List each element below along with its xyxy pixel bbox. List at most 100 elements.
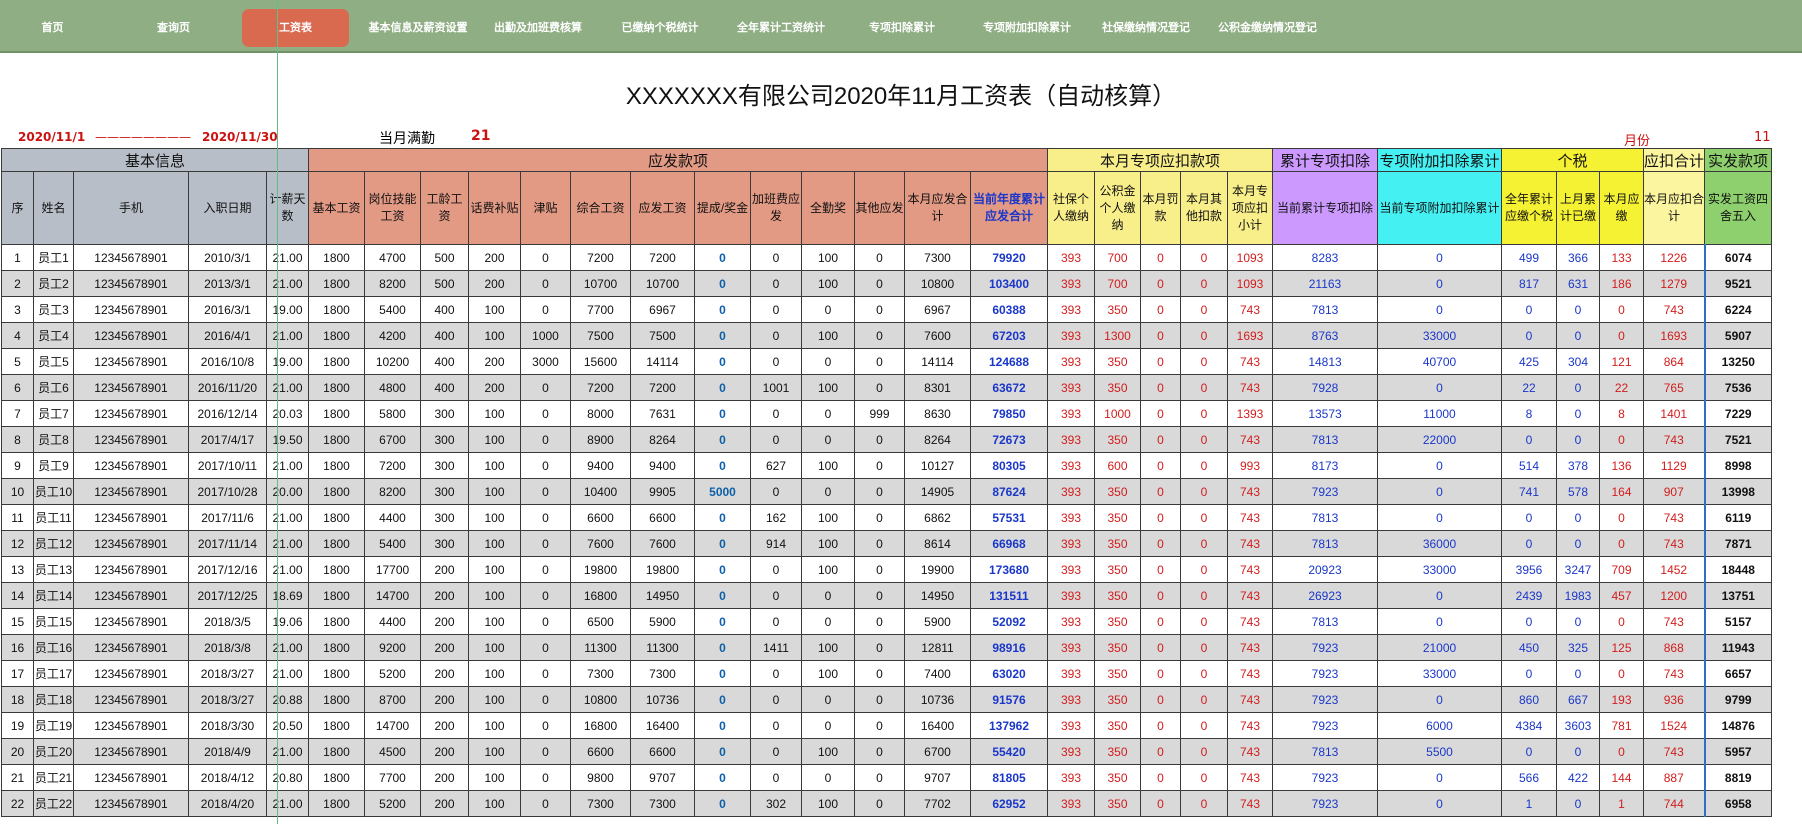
table-cell[interactable]: 12345678901 [73, 790, 189, 817]
table-cell[interactable]: 0 [694, 582, 751, 609]
table-cell[interactable]: 9707 [630, 764, 695, 791]
table-cell[interactable]: 7300 [630, 790, 695, 817]
table-cell[interactable]: 12345678901 [73, 530, 189, 557]
table-cell[interactable]: 0 [1599, 322, 1644, 349]
table-cell[interactable]: 4500 [364, 738, 421, 765]
table-cell[interactable]: 10127 [904, 452, 971, 479]
table-cell[interactable]: 55420 [970, 738, 1048, 765]
table-cell[interactable]: 79920 [970, 244, 1048, 271]
table-cell[interactable]: 200 [468, 374, 521, 401]
table-cell[interactable]: 0 [1180, 712, 1228, 739]
table-cell[interactable]: 10800 [904, 270, 971, 297]
table-cell[interactable]: 21.00 [266, 634, 309, 661]
table-cell[interactable]: 22000 [1377, 426, 1502, 453]
table-cell[interactable]: 100 [801, 270, 855, 297]
table-cell[interactable]: 0 [694, 764, 751, 791]
table-cell[interactable]: 457 [1599, 582, 1644, 609]
table-cell[interactable]: 325 [1556, 634, 1600, 661]
table-cell[interactable]: 21.00 [266, 452, 309, 479]
table-cell[interactable]: 22 [1599, 374, 1644, 401]
table-cell[interactable]: 7229 [1703, 400, 1773, 427]
table-cell[interactable]: 450 [1501, 634, 1557, 661]
table-cell[interactable]: 7200 [570, 374, 631, 401]
table-cell[interactable]: 7600 [570, 530, 631, 557]
table-cell[interactable]: 200 [420, 686, 469, 713]
table-cell[interactable]: 0 [1599, 608, 1644, 635]
table-cell[interactable]: 0 [520, 374, 571, 401]
table-cell[interactable]: 员工19 [33, 712, 74, 739]
table-cell[interactable]: 16400 [630, 712, 695, 739]
table-cell[interactable]: 0 [1377, 296, 1502, 323]
table-cell[interactable]: 744 [1642, 790, 1706, 817]
table-cell[interactable]: 7871 [1703, 530, 1773, 557]
table-cell[interactable]: 0 [801, 400, 855, 427]
table-cell[interactable]: 0 [520, 582, 571, 609]
table-cell[interactable]: 员工3 [33, 296, 74, 323]
table-cell[interactable]: 1000 [1094, 400, 1141, 427]
table-cell[interactable]: 0 [1501, 738, 1557, 765]
table-cell[interactable]: 0 [750, 764, 802, 791]
table-cell[interactable]: 0 [1140, 270, 1181, 297]
table-cell[interactable]: 12345678901 [73, 634, 189, 661]
table-cell[interactable]: 100 [801, 790, 855, 817]
table-cell[interactable]: 员工13 [33, 556, 74, 583]
table-cell[interactable]: 4400 [364, 504, 421, 531]
table-cell[interactable]: 12 [1, 530, 34, 557]
table-cell[interactable]: 10700 [570, 270, 631, 297]
table-cell[interactable]: 0 [1599, 426, 1644, 453]
table-cell[interactable]: 0 [801, 686, 855, 713]
table-cell[interactable]: 1800 [308, 270, 365, 297]
table-cell[interactable]: 350 [1094, 790, 1141, 817]
table-cell[interactable]: 1000 [520, 322, 571, 349]
table-cell[interactable]: 0 [520, 296, 571, 323]
table-cell[interactable]: 100 [801, 660, 855, 687]
table-cell[interactable]: 0 [1501, 504, 1557, 531]
table-cell[interactable]: 0 [1180, 374, 1228, 401]
table-cell[interactable]: 1800 [308, 478, 365, 505]
table-cell[interactable]: 743 [1227, 738, 1273, 765]
table-cell[interactable]: 12345678901 [73, 660, 189, 687]
table-cell[interactable]: 743 [1227, 504, 1273, 531]
table-cell[interactable]: 100 [468, 296, 521, 323]
table-cell[interactable]: 100 [801, 634, 855, 661]
table-cell[interactable]: 2018/3/8 [188, 634, 267, 661]
table-cell[interactable]: 9400 [630, 452, 695, 479]
table-cell[interactable]: 36000 [1377, 530, 1502, 557]
table-cell[interactable]: 300 [420, 478, 469, 505]
table-cell[interactable]: 393 [1047, 634, 1095, 661]
table-cell[interactable]: 4700 [364, 244, 421, 271]
table-cell[interactable]: 13 [1, 556, 34, 583]
nav-basic-info[interactable]: 基本信息及薪资设置 [360, 9, 476, 47]
table-cell[interactable]: 0 [1556, 426, 1600, 453]
table-cell[interactable]: 员工14 [33, 582, 74, 609]
table-cell[interactable]: 13751 [1703, 582, 1773, 609]
table-cell[interactable]: 100 [468, 452, 521, 479]
table-cell[interactable]: 4384 [1501, 712, 1557, 739]
table-cell[interactable]: 18.69 [266, 582, 309, 609]
table-cell[interactable]: 0 [854, 634, 905, 661]
table-cell[interactable]: 1800 [308, 790, 365, 817]
table-cell[interactable]: 0 [520, 452, 571, 479]
table-cell[interactable]: 100 [468, 790, 521, 817]
table-cell[interactable]: 9200 [364, 634, 421, 661]
table-cell[interactable]: 0 [854, 686, 905, 713]
table-cell[interactable]: 743 [1642, 504, 1706, 531]
table-cell[interactable]: 2017/12/16 [188, 556, 267, 583]
table-cell[interactable]: 2439 [1501, 582, 1557, 609]
table-cell[interactable]: 12345678901 [73, 504, 189, 531]
table-cell[interactable]: 100 [468, 478, 521, 505]
table-cell[interactable]: 393 [1047, 660, 1095, 687]
table-cell[interactable]: 136 [1599, 452, 1644, 479]
table-cell[interactable]: 100 [801, 244, 855, 271]
table-cell[interactable]: 0 [1180, 400, 1228, 427]
table-cell[interactable]: 350 [1094, 634, 1141, 661]
table-cell[interactable]: 21163 [1272, 270, 1378, 297]
table-cell[interactable]: 743 [1227, 608, 1273, 635]
table-cell[interactable]: 1226 [1642, 244, 1706, 271]
table-cell[interactable]: 12345678901 [73, 270, 189, 297]
table-cell[interactable]: 7813 [1272, 738, 1378, 765]
table-cell[interactable]: 173680 [970, 556, 1048, 583]
table-cell[interactable]: 6967 [630, 296, 695, 323]
table-cell[interactable]: 393 [1047, 348, 1095, 375]
table-cell[interactable]: 14114 [904, 348, 971, 375]
